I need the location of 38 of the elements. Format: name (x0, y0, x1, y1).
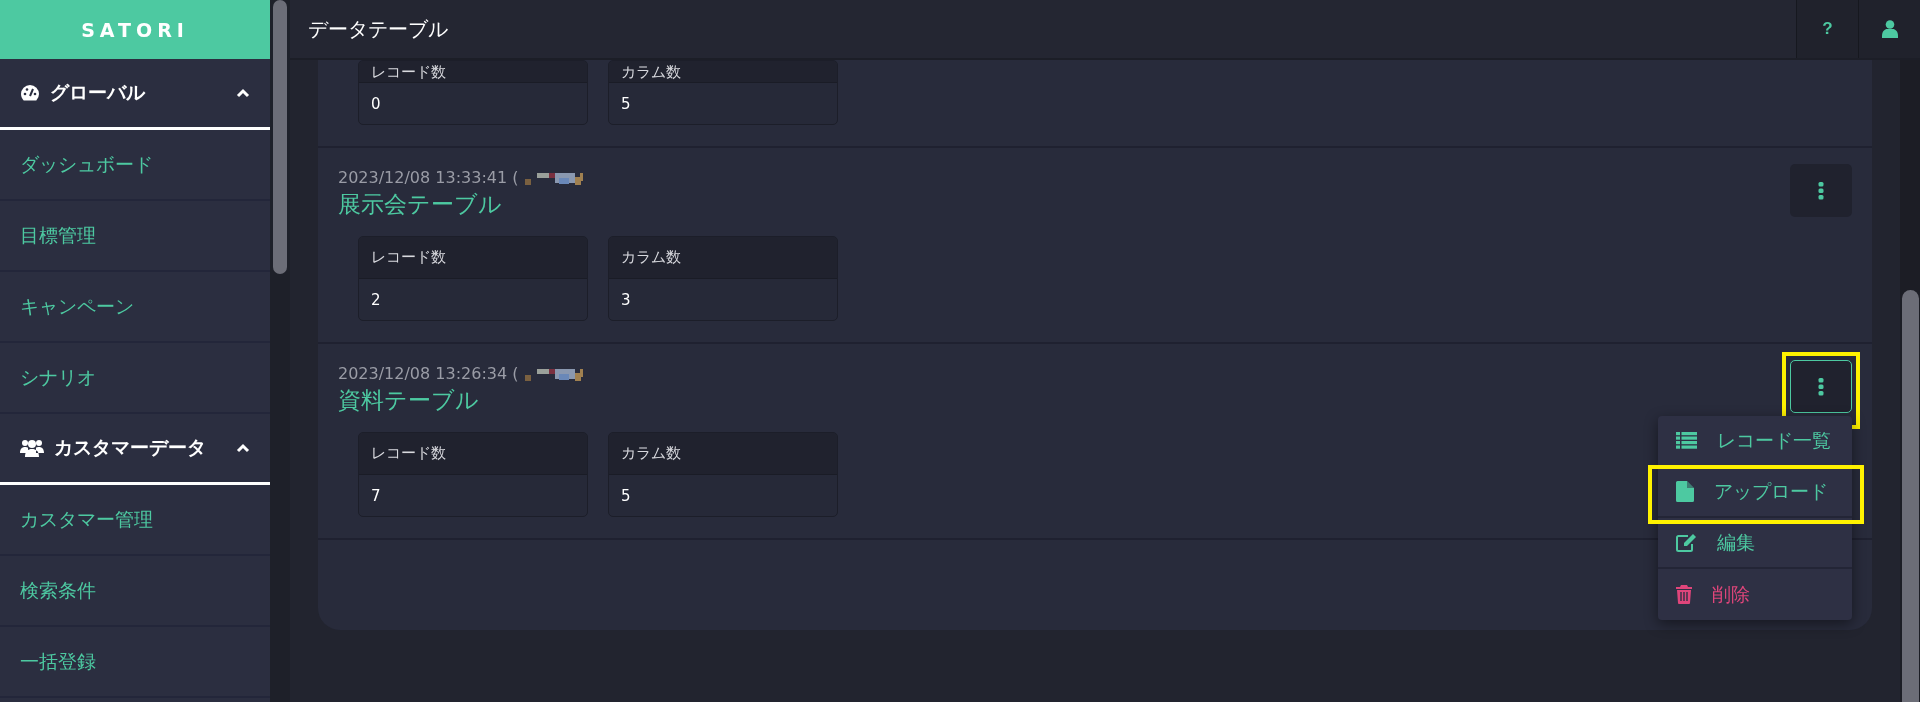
scrollbar-thumb[interactable] (1902, 290, 1919, 702)
chevron-up-icon[interactable] (236, 443, 250, 453)
table-name-link[interactable]: 資料テーブル (338, 385, 1790, 416)
stat-label: レコード数 (359, 237, 587, 279)
gauge-icon (20, 84, 40, 102)
stat-value: 3 (620, 289, 632, 311)
user-button[interactable] (1858, 0, 1920, 58)
page-title: データテーブル (307, 15, 449, 43)
file-icon (1676, 481, 1694, 502)
user-icon (1881, 20, 1898, 38)
trash-icon (1676, 585, 1692, 604)
menu-item[interactable]: アップロード (1658, 467, 1852, 518)
stat-label: カラム数 (609, 61, 837, 83)
stat-label: カラム数 (609, 237, 837, 279)
chevron-up-icon[interactable] (236, 88, 250, 98)
stat-label: カラム数 (609, 433, 837, 475)
stat-value: 5 (620, 93, 632, 115)
more-icon (1818, 377, 1824, 396)
group-label: グローバル (50, 80, 146, 105)
more-icon (1818, 181, 1824, 200)
stat-value: 2 (370, 289, 382, 311)
menu-item[interactable]: 編集 (1658, 518, 1852, 569)
menu-item[interactable]: レコード一覧 (1658, 416, 1852, 467)
users-icon (20, 439, 44, 457)
stat-value: 7 (370, 485, 382, 507)
stat-value: 5 (620, 485, 632, 507)
stat-value: 0 (370, 93, 382, 115)
list-icon (1676, 432, 1697, 449)
timestamp: 2023/12/08 13:26:34 ( (338, 364, 519, 383)
group-label: カスタマーデータ (54, 435, 207, 460)
timestamp: 2023/12/08 13:33:41 ( (338, 168, 519, 187)
edit-icon (1676, 533, 1697, 552)
stat-label: レコード数 (359, 433, 587, 475)
help-button[interactable]: ? (1796, 0, 1858, 58)
scrollbar-thumb[interactable] (273, 0, 287, 274)
stat-label: レコード数 (359, 61, 587, 83)
more-button[interactable] (1790, 360, 1852, 413)
table-name-link[interactable]: 展示会テーブル (338, 189, 1790, 220)
